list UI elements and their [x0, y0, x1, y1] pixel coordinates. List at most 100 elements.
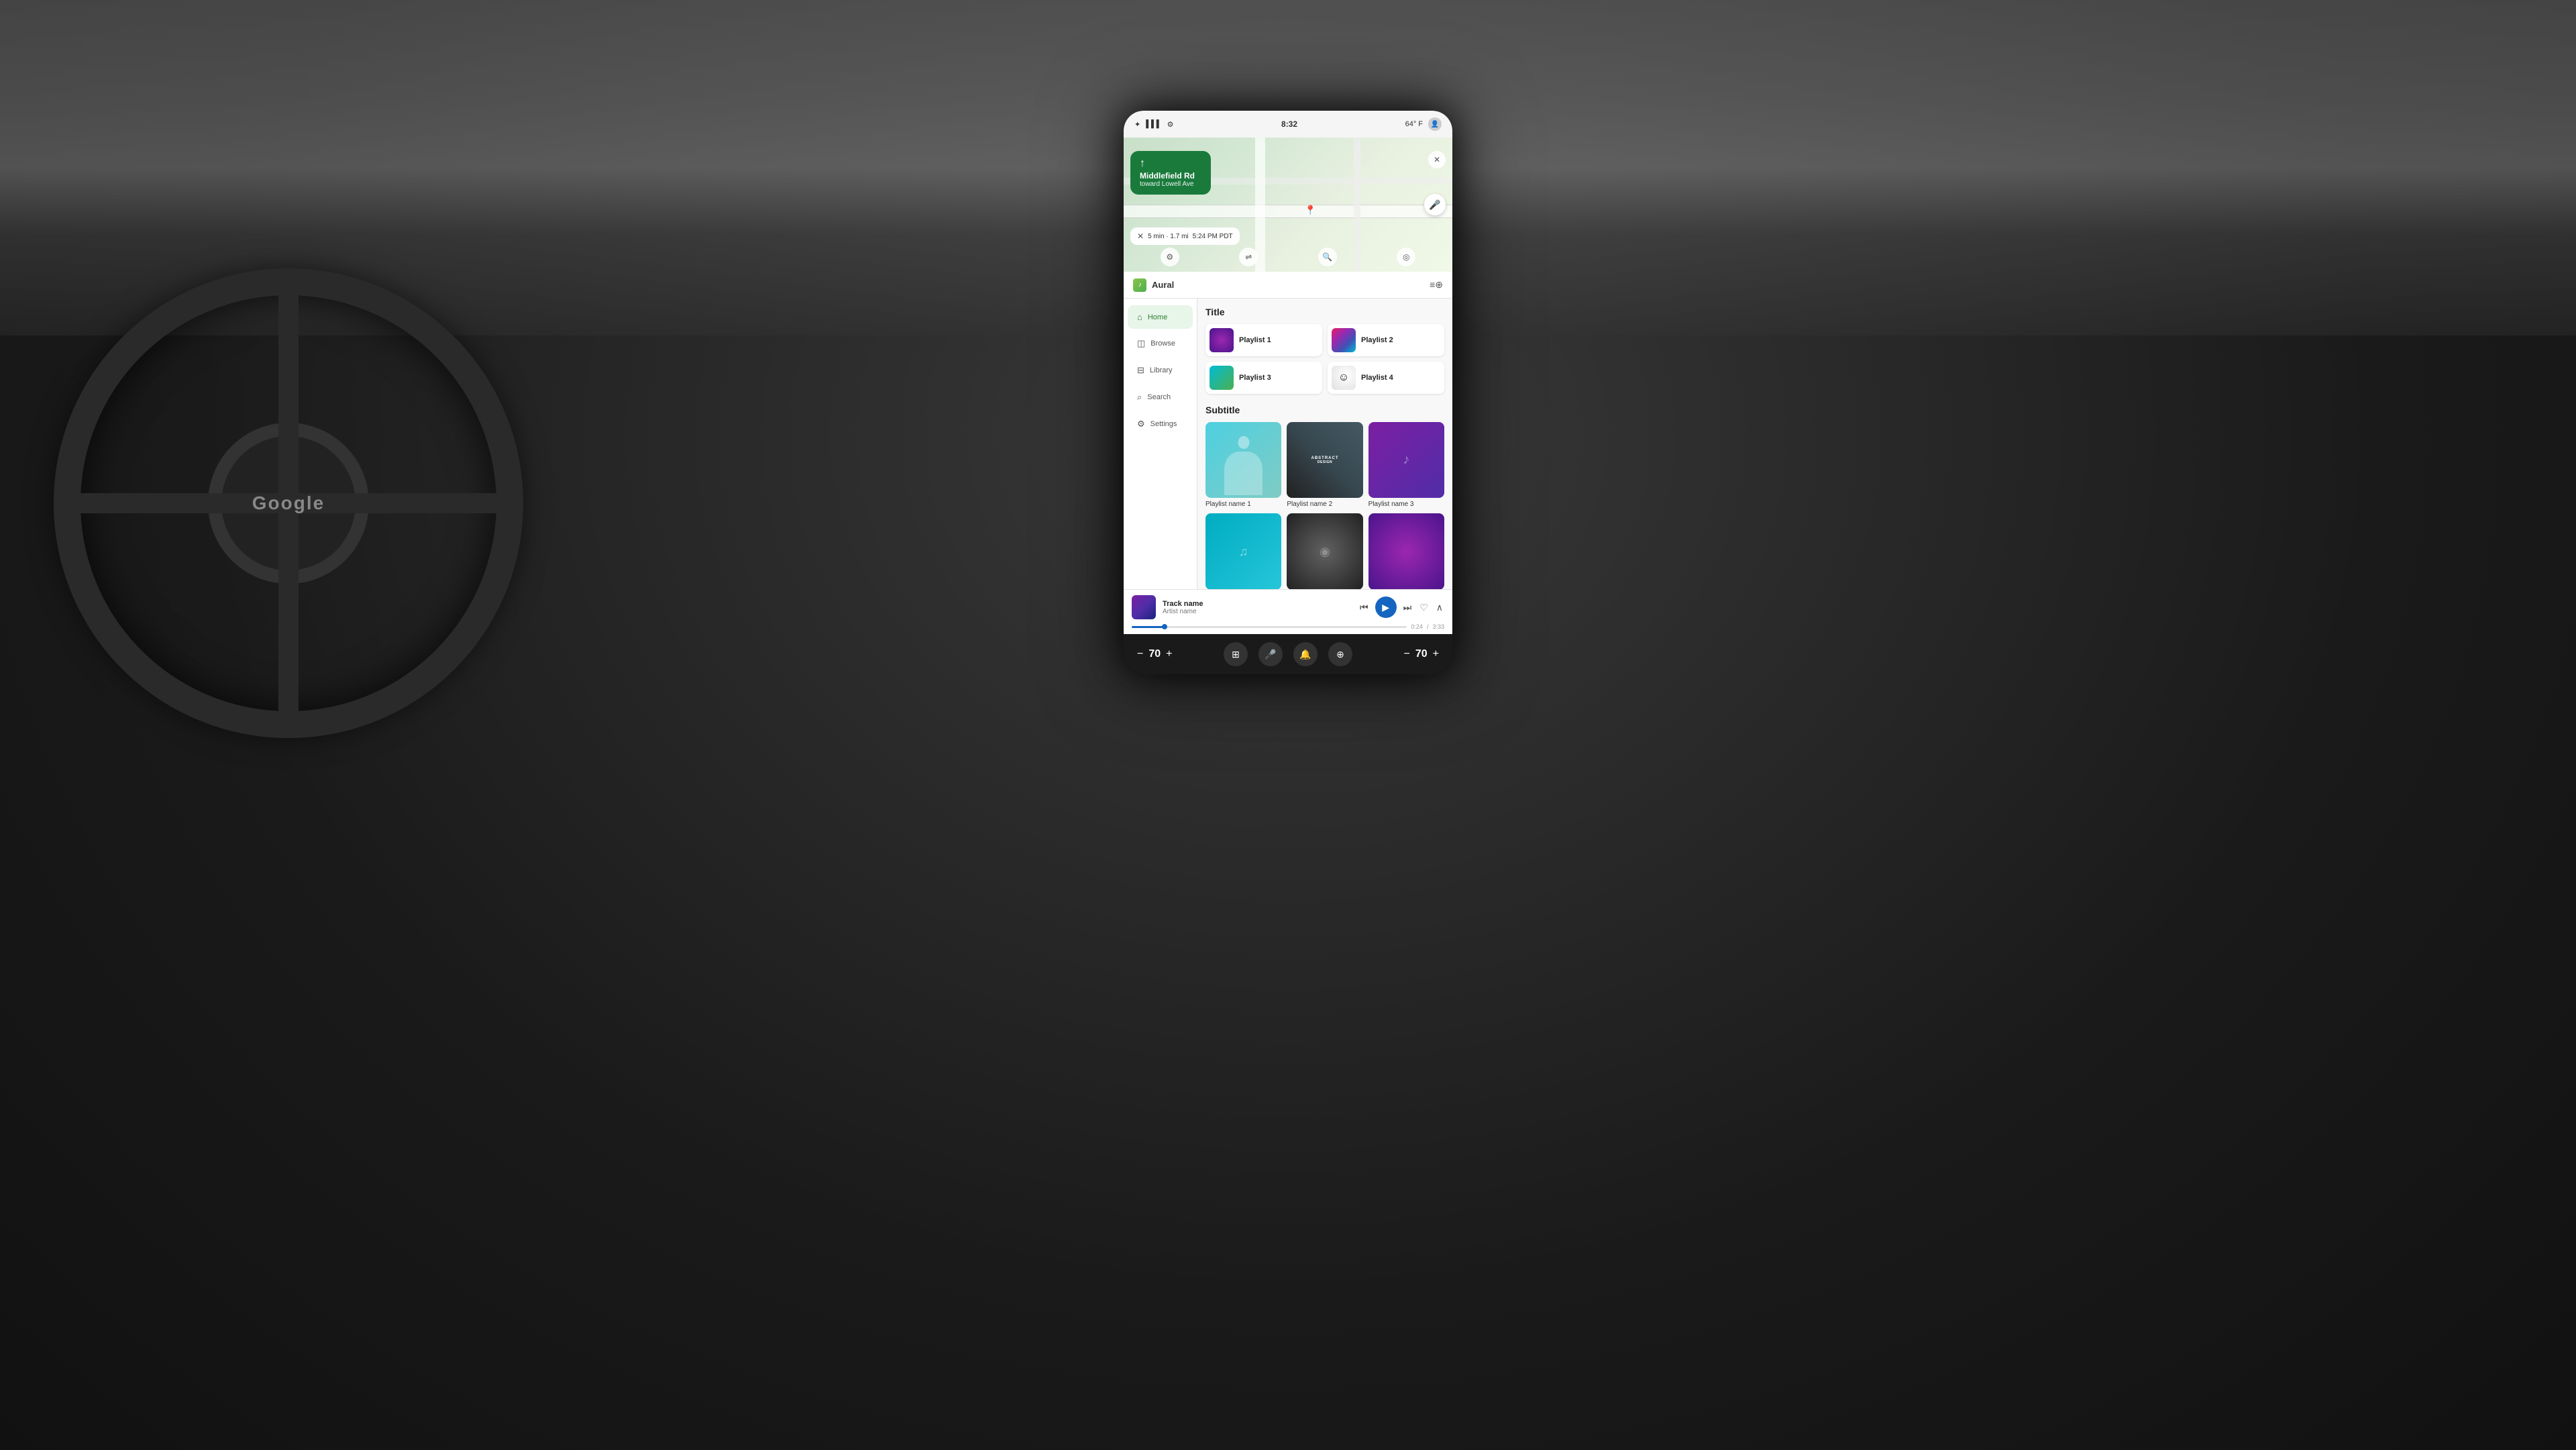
spoke-horizontal: [80, 493, 496, 513]
map-route-button[interactable]: ⇌: [1239, 248, 1258, 266]
app-logo-icon: ♪: [1133, 278, 1146, 292]
volume-left-minus-button[interactable]: −: [1137, 648, 1143, 660]
home-icon: ⌂: [1137, 312, 1142, 322]
progress-bar-fill: [1132, 626, 1165, 628]
status-right: 64° F 👤: [1405, 117, 1442, 131]
playlist-name-3-label: Playlist name 3: [1368, 501, 1414, 508]
title-playlist-grid: Playlist 1 Playlist 2 Playlist 3: [1205, 324, 1444, 394]
app-area: ♪ Aural ≡⊕ ⌂ Home ◫ Browse ⊟ Library: [1124, 272, 1452, 634]
device-screen: ✦ ▌▌▌ ⚙ 8:32 64° F 👤 📍 ↑ Middlefield Rd …: [1124, 111, 1452, 674]
progress-area: 0:24 / 3:33: [1132, 623, 1444, 634]
volume-left-value: 70: [1148, 648, 1161, 660]
title-section-heading: Title: [1205, 307, 1444, 317]
subtitle-section-heading: Subtitle: [1205, 405, 1444, 415]
nav-street: Middlefield Rd: [1140, 171, 1201, 180]
sidebar-browse-label: Browse: [1150, 340, 1175, 348]
nav-direction-arrow: ↑: [1140, 158, 1201, 170]
playlist-item-2[interactable]: Playlist 2: [1328, 324, 1444, 356]
play-pause-button[interactable]: ▶: [1375, 597, 1397, 618]
library-icon: ⊟: [1137, 365, 1144, 376]
now-playing-bar: Track name Artist name ⏮ ▶ ⏭ ♡ ∧ 0:24 /: [1124, 589, 1452, 634]
grid-button[interactable]: ⊞: [1224, 642, 1248, 666]
volume-right-minus-button[interactable]: −: [1404, 648, 1410, 660]
sidebar-search-label: Search: [1147, 393, 1171, 401]
playlist-4-thumbnail: ☺: [1332, 366, 1356, 390]
bottom-controls: − 70 + ⊞ 🎤 🔔 ⊕ − 70 +: [1124, 634, 1452, 674]
map-location-pin: 📍: [1305, 205, 1316, 216]
sidebar-item-browse[interactable]: ◫ Browse: [1128, 331, 1193, 356]
favorite-button[interactable]: ♡: [1418, 601, 1430, 615]
bluetooth-icon: ✦: [1134, 120, 1140, 129]
volume-left-plus-button[interactable]: +: [1166, 648, 1172, 660]
now-playing-content: Track name Artist name ⏮ ▶ ⏭ ♡ ∧: [1132, 595, 1444, 619]
now-playing-thumbnail: [1132, 595, 1156, 619]
artist-name: Artist name: [1163, 608, 1352, 615]
playlist-name-5-thumbnail: ◉: [1287, 513, 1362, 589]
time-total: 3:33: [1432, 623, 1444, 630]
mic-button[interactable]: 🎤: [1258, 642, 1283, 666]
sidebar-settings-label: Settings: [1150, 420, 1177, 428]
search-icon: ⌕: [1137, 392, 1142, 403]
track-name: Track name: [1163, 600, 1352, 608]
playlist-name-2-thumbnail: ABSTRACT DESIGN: [1287, 422, 1362, 498]
playlist-name-item-5[interactable]: ◉ Playlist name 5: [1287, 513, 1362, 589]
app-logo: ♪ Aural: [1133, 278, 1174, 292]
status-time: 8:32: [1281, 119, 1297, 129]
sidebar-item-home[interactable]: ⌂ Home: [1128, 305, 1193, 329]
playlist-item-1[interactable]: Playlist 1: [1205, 324, 1322, 356]
nav-info-close-button[interactable]: ✕: [1137, 231, 1144, 241]
browse-icon: ◫: [1137, 338, 1145, 349]
playlist-2-thumbnail: [1332, 328, 1356, 352]
playlist-name-item-2[interactable]: ABSTRACT DESIGN Playlist name 2: [1287, 422, 1362, 508]
volume-left-control: − 70 +: [1137, 648, 1172, 660]
nav-toward: toward Lowell Ave: [1140, 180, 1201, 188]
playlist-item-4[interactable]: ☺ Playlist 4: [1328, 362, 1444, 394]
avatar-icon: 👤: [1428, 117, 1442, 131]
playlist-name-2-label: Playlist name 2: [1287, 501, 1332, 508]
playlist-name-item-4[interactable]: ♫ Playlist name 4: [1205, 513, 1281, 589]
nav-eta: 5:24 PM PDT: [1193, 233, 1233, 240]
time-elapsed: 0:24: [1411, 623, 1423, 630]
browse-area: Title Playlist 1 Playlist 2: [1197, 299, 1452, 589]
nav-dismiss-button[interactable]: ✕: [1428, 151, 1446, 168]
bell-button[interactable]: 🔔: [1293, 642, 1318, 666]
sidebar: ⌂ Home ◫ Browse ⊟ Library ⌕ Search ⚙ S: [1124, 299, 1197, 589]
map-search-button[interactable]: 🔍: [1318, 248, 1337, 266]
playlist-3-label: Playlist 3: [1239, 374, 1271, 382]
playlist-item-3[interactable]: Playlist 3: [1205, 362, 1322, 394]
center-control-buttons: ⊞ 🎤 🔔 ⊕: [1224, 642, 1352, 666]
playlist-name-3-thumbnail: ♪: [1368, 422, 1444, 498]
progress-bar[interactable]: [1132, 626, 1407, 628]
thumb-person-figure: [1205, 422, 1281, 498]
playlist-name-item-1[interactable]: Playlist name 1: [1205, 422, 1281, 508]
playlist-3-thumbnail: [1210, 366, 1234, 390]
settings-icon-sidebar: ⚙: [1137, 419, 1145, 429]
sidebar-home-label: Home: [1148, 313, 1167, 321]
map-section: 📍 ↑ Middlefield Rd toward Lowell Ave ✕ ✕…: [1124, 138, 1452, 272]
map-location-button[interactable]: ◎: [1397, 248, 1415, 266]
status-left: ✦ ▌▌▌ ⚙: [1134, 120, 1173, 129]
signal-icon: ▌▌▌: [1146, 120, 1161, 128]
expand-button[interactable]: ∧: [1435, 601, 1444, 615]
sidebar-item-library[interactable]: ⊟ Library: [1128, 358, 1193, 382]
map-mic-button[interactable]: 🎤: [1424, 194, 1446, 215]
main-content: ⌂ Home ◫ Browse ⊟ Library ⌕ Search ⚙ S: [1124, 299, 1452, 589]
skip-back-button[interactable]: ⏮: [1358, 601, 1370, 615]
volume-right-plus-button[interactable]: +: [1433, 648, 1439, 660]
skip-forward-button[interactable]: ⏭: [1402, 601, 1413, 615]
playlist-name-6-thumbnail: [1368, 513, 1444, 589]
map-settings-button[interactable]: ⚙: [1161, 248, 1179, 266]
navigation-card: ↑ Middlefield Rd toward Lowell Ave: [1130, 151, 1211, 195]
wifi-button[interactable]: ⊕: [1328, 642, 1352, 666]
sidebar-library-label: Library: [1150, 366, 1173, 374]
volume-right-value: 70: [1415, 648, 1428, 660]
playlist-2-label: Playlist 2: [1361, 336, 1393, 344]
sidebar-item-search[interactable]: ⌕ Search: [1128, 385, 1193, 409]
progress-dot: [1162, 624, 1167, 629]
playlist-name-item-3[interactable]: ♪ Playlist name 3: [1368, 422, 1444, 508]
queue-button[interactable]: ≡⊕: [1430, 279, 1443, 291]
sidebar-item-settings[interactable]: ⚙ Settings: [1128, 412, 1193, 436]
playlist-name-item-6[interactable]: Playlist name 6: [1368, 513, 1444, 589]
time-separator: /: [1427, 623, 1429, 630]
playlist-1-label: Playlist 1: [1239, 336, 1271, 344]
